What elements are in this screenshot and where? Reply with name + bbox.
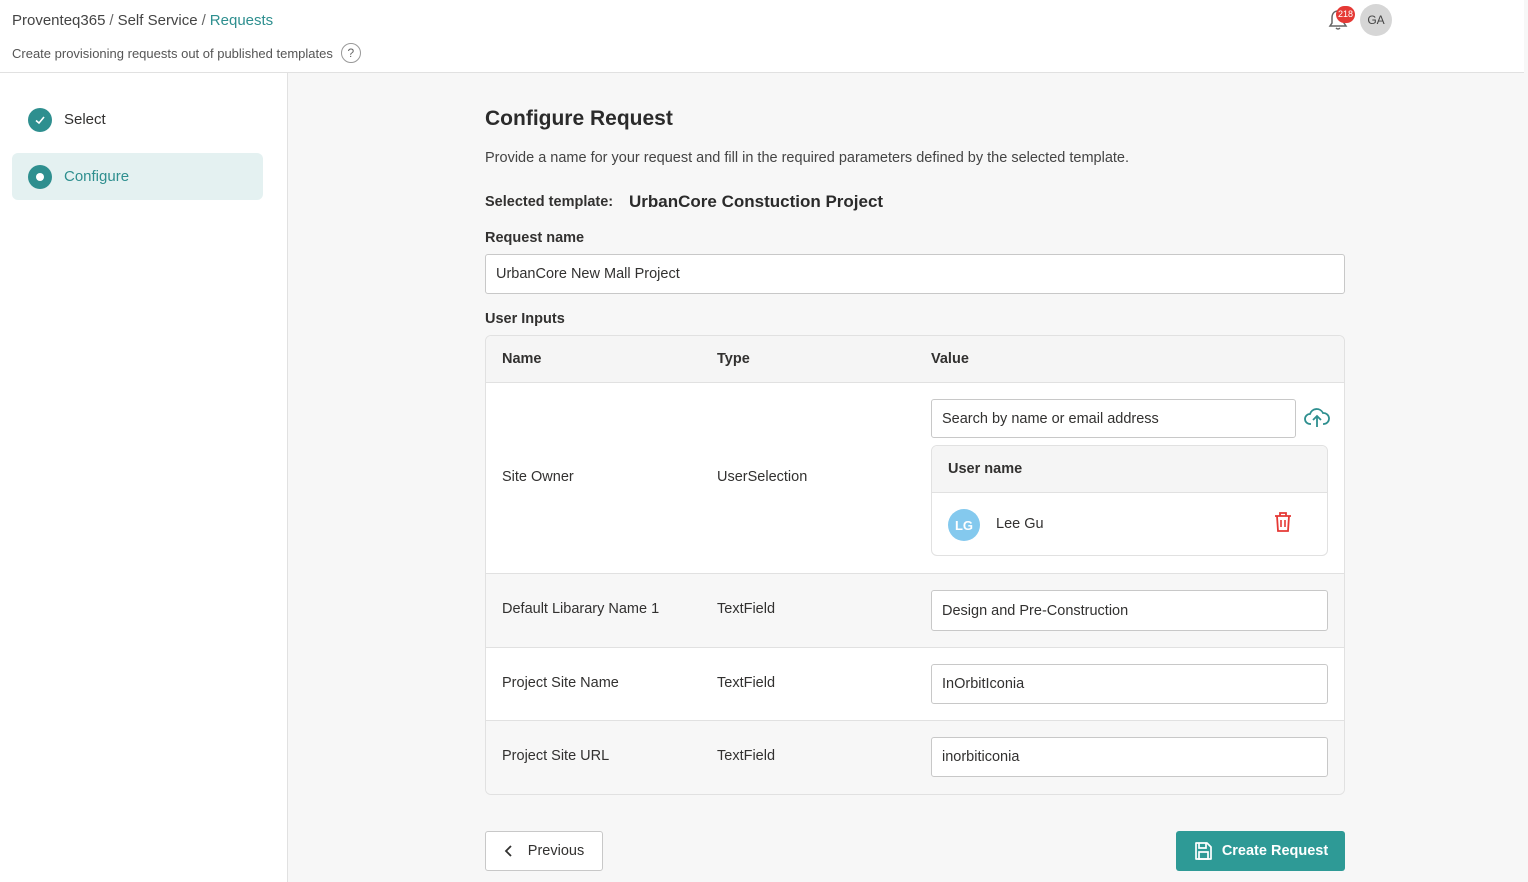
- column-header-type: Type: [717, 351, 750, 367]
- user-name: Lee Gu: [996, 516, 1044, 532]
- active-step-icon: [28, 164, 52, 189]
- user-inputs-label: User Inputs: [485, 311, 565, 327]
- column-header-value: Value: [931, 351, 969, 367]
- step-select[interactable]: Select: [12, 96, 263, 143]
- breadcrumb-separator: /: [109, 12, 114, 29]
- step-label: Configure: [64, 168, 130, 185]
- create-request-button[interactable]: Create Request: [1176, 831, 1345, 871]
- row-name: Project Site URL: [502, 748, 610, 764]
- user-avatar[interactable]: GA: [1360, 4, 1392, 36]
- selected-template-label: Selected template:: [485, 194, 614, 210]
- row-name: Project Site Name: [502, 675, 619, 691]
- user-search-input[interactable]: Search by name or email address: [931, 399, 1296, 438]
- page-header: Proventeq365/Self Service / Requests Creat…: [0, 0, 1524, 73]
- value-input[interactable]: Design and Pre-Construction: [931, 590, 1328, 631]
- value-input[interactable]: inorbiticonia: [931, 737, 1328, 777]
- previous-button-label: Previous: [527, 843, 585, 859]
- breadcrumb-item-proventeq365[interactable]: Proventeq365: [12, 12, 105, 29]
- subtitle-text: Create provisioning requests out of publ…: [12, 45, 333, 61]
- request-name-input[interactable]: UrbanCore New Mall Project: [485, 254, 1345, 294]
- row-type: TextField: [717, 675, 776, 691]
- breadcrumb-item-self-service[interactable]: Self Service: [118, 12, 198, 29]
- row-type: TextField: [717, 748, 776, 764]
- steps-sidebar: Select Configure: [0, 73, 288, 882]
- check-circle-icon: [28, 107, 52, 132]
- selected-users-table: User name LG Lee Gu: [931, 445, 1328, 556]
- table-row: Project Site URL TextField inorbiticonia: [486, 721, 1344, 794]
- page-title: Configure Request: [485, 107, 673, 130]
- avatar: LG: [948, 509, 980, 541]
- table-row: Project Site Name TextField InOrbitIconi…: [486, 648, 1344, 721]
- breadcrumb-separator: /: [201, 12, 206, 29]
- row-name: Default Libarary Name 1: [502, 601, 660, 617]
- previous-button[interactable]: Previous: [485, 831, 603, 871]
- save-icon: [1194, 842, 1212, 860]
- column-header-name: Name: [502, 351, 542, 367]
- user-inputs-table: Name Type Value Site Owner UserSelection…: [485, 335, 1345, 795]
- create-request-button-label: Create Request: [1221, 843, 1329, 859]
- breadcrumb: Proventeq365/Self Service / Requests: [12, 12, 273, 29]
- step-configure[interactable]: Configure: [12, 153, 263, 200]
- value-input[interactable]: InOrbitIconia: [931, 664, 1328, 704]
- table-row: Default Libarary Name 1 TextField Design…: [486, 574, 1344, 648]
- table-row-site-owner: Site Owner UserSelection Search by name …: [486, 383, 1344, 574]
- trash-icon[interactable]: [1273, 511, 1293, 533]
- row-type: TextField: [717, 601, 776, 617]
- notification-count-badge: 218: [1336, 6, 1356, 23]
- users-column-header: User name: [932, 446, 1327, 493]
- row-name: Site Owner: [502, 469, 574, 485]
- breadcrumb-item-requests[interactable]: Requests: [210, 12, 273, 29]
- page-subtitle: Create provisioning requests out of publ…: [12, 43, 361, 63]
- step-label: Select: [64, 111, 106, 128]
- request-name-label: Request name: [485, 230, 585, 246]
- help-icon[interactable]: ?: [340, 43, 361, 63]
- cloud-upload-icon[interactable]: [1304, 407, 1330, 429]
- page-description: Provide a name for your request and fill…: [485, 150, 1130, 166]
- chevron-left-icon: [504, 845, 512, 857]
- selected-template-value: UrbanCore Constuction Project: [629, 192, 884, 211]
- row-type: UserSelection: [717, 469, 808, 485]
- table-header: Name Type Value: [486, 336, 1344, 383]
